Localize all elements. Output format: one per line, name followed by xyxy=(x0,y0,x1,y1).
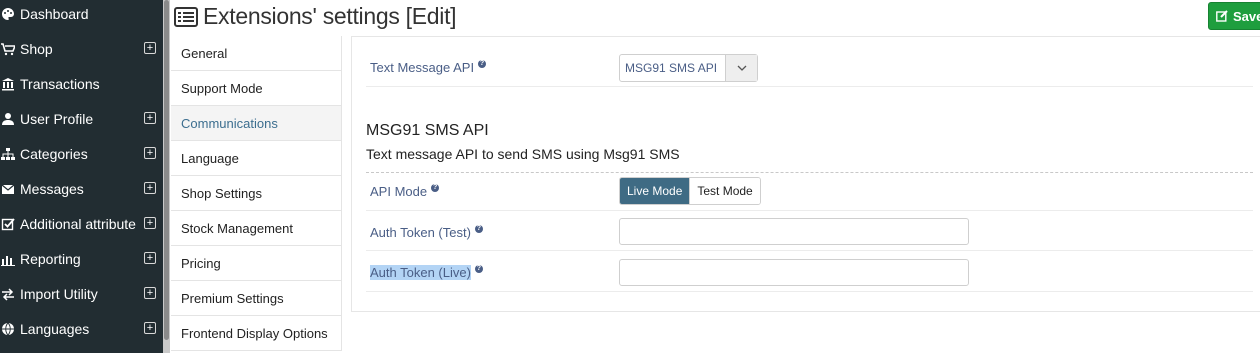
exchange-icon xyxy=(0,286,16,302)
divider xyxy=(366,291,1253,292)
nav-item-stock-management[interactable]: Stock Management xyxy=(171,211,342,246)
expand-icon[interactable]: + xyxy=(144,252,156,264)
sitemap-icon xyxy=(0,146,16,162)
sidebar: Dashboard Shop + Transactions User Profi… xyxy=(0,0,163,353)
save-button[interactable]: Save xyxy=(1208,2,1260,30)
expand-icon[interactable]: + xyxy=(144,42,156,54)
sidebar-item-categories[interactable]: Categories + xyxy=(0,136,163,171)
page-title: Extensions' settings [Edit] xyxy=(174,3,457,30)
auth-token-live-input[interactable] xyxy=(619,259,969,286)
text-message-api-select[interactable]: MSG91 SMS API xyxy=(619,54,758,82)
help-icon[interactable]: ? xyxy=(431,183,440,192)
text-message-api-label-text: Text Message API xyxy=(370,60,475,75)
help-icon[interactable]: ? xyxy=(474,224,483,233)
nav-item-language[interactable]: Language xyxy=(171,141,342,176)
help-icon[interactable]: ? xyxy=(474,264,483,273)
bank-icon xyxy=(0,76,16,92)
chevron-down-icon[interactable] xyxy=(725,55,757,81)
sidebar-item-label: Dashboard xyxy=(20,5,89,22)
page-title-text: Extensions' settings [Edit] xyxy=(203,3,457,29)
section-title: MSG91 SMS API xyxy=(366,122,489,139)
text-message-api-label: Text Message API ? xyxy=(370,59,487,75)
expand-icon[interactable]: + xyxy=(144,147,156,159)
auth-token-test-input[interactable] xyxy=(619,218,969,245)
palette-icon xyxy=(0,6,16,22)
auth-token-test-label: Auth Token (Test) ? xyxy=(370,224,483,240)
settings-nav: General Support Mode Communications Lang… xyxy=(171,36,342,351)
nav-item-pricing[interactable]: Pricing xyxy=(171,246,342,281)
sidebar-item-shop[interactable]: Shop + xyxy=(0,31,163,66)
nav-item-premium-settings[interactable]: Premium Settings xyxy=(171,281,342,316)
sidebar-item-label: Messages xyxy=(20,180,84,197)
sidebar-item-languages[interactable]: Languages + xyxy=(0,311,163,346)
api-mode-label-text: API Mode xyxy=(370,184,428,199)
expand-icon[interactable]: + xyxy=(144,287,156,299)
auth-token-live-label-text: Auth Token (Live) xyxy=(370,265,471,280)
bar-chart-icon xyxy=(0,251,16,267)
envelope-icon xyxy=(0,181,16,197)
sidebar-item-label: Reporting xyxy=(20,250,81,267)
globe-icon xyxy=(0,321,16,337)
nav-item-frontend-display-options[interactable]: Frontend Display Options xyxy=(171,316,342,351)
sidebar-scrollbar[interactable] xyxy=(163,0,170,353)
cart-icon xyxy=(0,41,16,57)
section-divider xyxy=(366,172,1253,173)
sidebar-item-label: Shop xyxy=(20,40,53,57)
divider xyxy=(366,86,1253,87)
expand-icon[interactable]: + xyxy=(144,112,156,124)
nav-item-shop-settings[interactable]: Shop Settings xyxy=(171,176,342,211)
help-icon[interactable]: ? xyxy=(478,59,487,68)
live-mode-button[interactable]: Live Mode xyxy=(620,178,690,204)
expand-icon[interactable]: + xyxy=(144,182,156,194)
check-square-icon xyxy=(0,216,16,232)
text-message-api-value: MSG91 SMS API xyxy=(625,61,718,75)
sidebar-item-label: Languages xyxy=(20,320,90,337)
sidebar-item-label: User Profile xyxy=(20,110,94,127)
scrollbar-thumb[interactable] xyxy=(164,0,169,340)
sidebar-item-import-utility[interactable]: Import Utility + xyxy=(0,276,163,311)
expand-icon[interactable]: + xyxy=(144,217,156,229)
user-icon xyxy=(0,111,16,127)
edit-icon xyxy=(1216,10,1228,22)
test-mode-button[interactable]: Test Mode xyxy=(689,178,760,204)
sidebar-item-transactions[interactable]: Transactions xyxy=(0,66,163,101)
sidebar-item-label: Import Utility xyxy=(20,285,98,302)
api-mode-toggle[interactable]: Live Mode Test Mode xyxy=(619,177,761,205)
sidebar-item-dashboard[interactable]: Dashboard xyxy=(0,0,163,31)
expand-icon[interactable]: + xyxy=(144,322,156,334)
nav-item-communications[interactable]: Communications xyxy=(171,106,342,141)
save-button-label: Save xyxy=(1233,8,1260,24)
sidebar-item-user-profile[interactable]: User Profile + xyxy=(0,101,163,136)
api-mode-label: API Mode ? xyxy=(370,183,440,199)
divider xyxy=(366,210,1253,211)
nav-item-support-mode[interactable]: Support Mode xyxy=(171,71,342,106)
list-icon xyxy=(174,6,198,27)
auth-token-live-label: Auth Token (Live) ? xyxy=(370,264,483,280)
sidebar-item-messages[interactable]: Messages + xyxy=(0,171,163,206)
nav-item-general[interactable]: General xyxy=(171,36,342,71)
sidebar-item-label: Categories xyxy=(20,145,88,162)
sidebar-item-label: Additional attribute xyxy=(20,215,136,232)
sidebar-item-label: Transactions xyxy=(20,75,100,92)
section-description: Text message API to send SMS using Msg91… xyxy=(366,146,680,162)
sidebar-item-reporting[interactable]: Reporting + xyxy=(0,241,163,276)
divider xyxy=(366,250,1253,251)
sidebar-item-additional-attribute[interactable]: Additional attribute + xyxy=(0,206,163,241)
auth-token-test-label-text: Auth Token (Test) xyxy=(370,225,471,240)
